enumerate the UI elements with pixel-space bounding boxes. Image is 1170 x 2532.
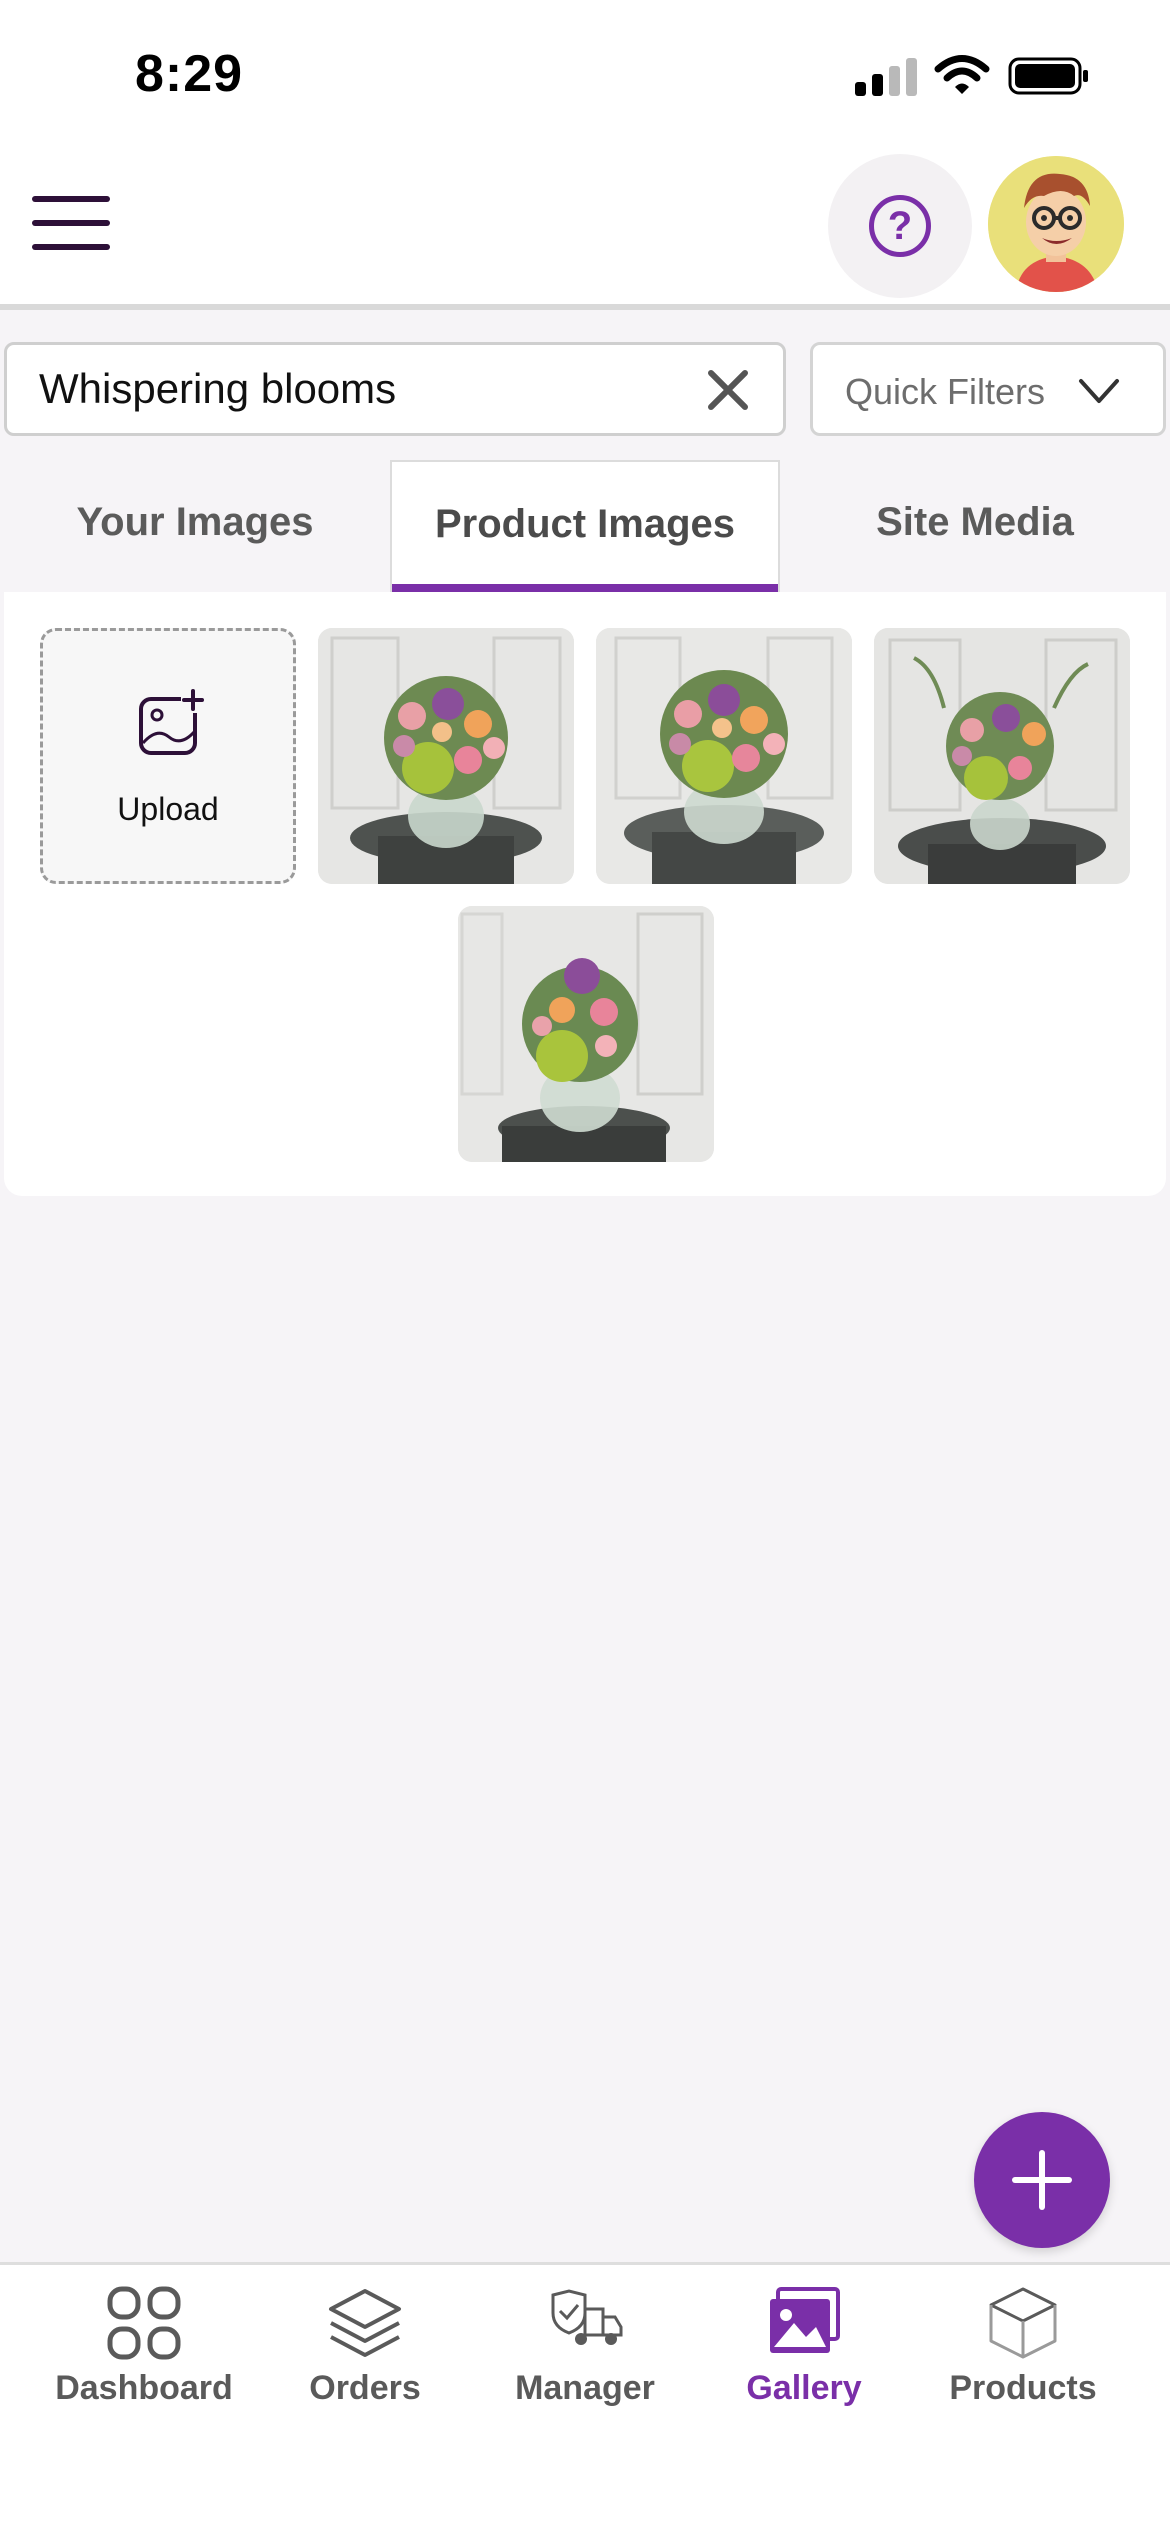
tab-product-images[interactable]: Product Images [390, 460, 780, 592]
tab-site-media[interactable]: Site Media [780, 460, 1170, 592]
image-plus-icon [139, 689, 205, 755]
product-image-thumbnail[interactable] [874, 628, 1130, 884]
bottom-navigation: Dashboard Orders Manager Gallery Product… [0, 2262, 1170, 2532]
nav-dashboard[interactable]: Dashboard [34, 2265, 254, 2435]
product-image-thumbnail[interactable] [458, 906, 714, 1162]
close-icon[interactable] [703, 365, 753, 415]
nav-manager[interactable]: Manager [475, 2265, 695, 2435]
nav-label: Orders [309, 2369, 421, 2407]
nav-orders[interactable]: Orders [255, 2265, 475, 2435]
app-header: ? [0, 140, 1170, 310]
grid-icon [107, 2286, 181, 2360]
upload-label: Upload [117, 791, 219, 827]
question-circle-icon: ? [869, 195, 931, 257]
battery-icon [1008, 57, 1088, 95]
image-grid: Upload [4, 592, 1166, 1196]
gallery-image-icon [770, 2287, 840, 2353]
chevron-down-icon [1079, 379, 1119, 403]
layers-icon [329, 2289, 401, 2357]
quick-filters-dropdown[interactable]: Quick Filters [810, 342, 1166, 436]
add-button[interactable] [974, 2112, 1110, 2248]
nav-label: Manager [515, 2369, 655, 2407]
wifi-icon [934, 55, 990, 94]
quick-filters-label: Quick Filters [845, 371, 1046, 412]
flower-bouquet-image [318, 628, 574, 884]
nav-products[interactable]: Products [913, 2265, 1133, 2435]
gallery-tabs: Your Images Product Images Site Media [0, 460, 1170, 592]
nav-gallery[interactable]: Gallery [694, 2265, 914, 2435]
nav-label: Dashboard [55, 2369, 233, 2407]
app-root: 8:29 ? Whispering blooms Quick Filters Y… [0, 0, 1170, 2532]
tab-your-images[interactable]: Your Images [0, 460, 390, 592]
search-value: Whispering blooms [39, 365, 397, 412]
flower-bouquet-image [874, 628, 1130, 884]
status-time: 8:29 [135, 45, 244, 103]
cartoon-avatar-icon [988, 156, 1124, 292]
status-bar: 8:29 [0, 0, 1170, 140]
flower-bouquet-image [458, 906, 714, 1162]
help-button[interactable]: ? [828, 154, 972, 298]
search-input[interactable]: Whispering blooms [4, 342, 786, 436]
product-image-thumbnail[interactable] [318, 628, 574, 884]
box-icon [989, 2287, 1057, 2359]
delivery-truck-icon [551, 2289, 623, 2345]
upload-button[interactable]: Upload [40, 628, 296, 884]
nav-label: Products [949, 2369, 1097, 2407]
hamburger-menu-icon[interactable] [32, 196, 112, 252]
nav-label: Gallery [746, 2369, 862, 2407]
flower-bouquet-image [596, 628, 852, 884]
cellular-signal-icon [855, 58, 917, 96]
avatar[interactable] [988, 156, 1124, 292]
product-image-thumbnail[interactable] [596, 628, 852, 884]
